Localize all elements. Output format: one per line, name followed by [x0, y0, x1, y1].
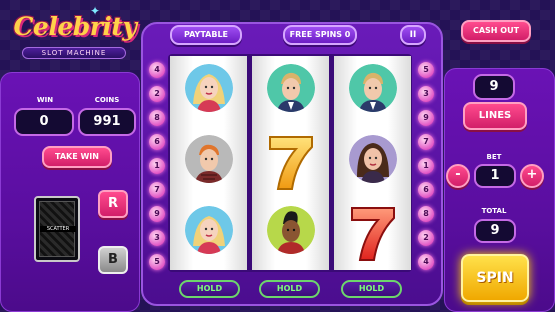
payline-number[interactable]: 9 [149, 206, 165, 222]
bet-label: BET [486, 153, 502, 161]
payline-number[interactable]: 2 [149, 86, 165, 102]
payline-number[interactable]: 7 [418, 134, 434, 150]
reel-symbol-dark-woman [252, 198, 329, 269]
payline-number[interactable]: 8 [149, 110, 165, 126]
cash-out-button[interactable]: CASH OUT [461, 20, 531, 42]
reel-symbol-redhead-man [170, 127, 247, 198]
payline-number[interactable]: 9 [418, 110, 434, 126]
win-label: WIN [36, 96, 54, 104]
payline-number[interactable]: 3 [149, 230, 165, 246]
reel-symbol-seven [252, 127, 329, 198]
reel-symbol-seven [334, 198, 411, 269]
payline-number[interactable]: 8 [418, 206, 434, 222]
payline-number[interactable]: 6 [418, 182, 434, 198]
free-spins-button[interactable]: FREE SPINS 0 [283, 25, 357, 45]
payline-number[interactable]: 7 [149, 182, 165, 198]
hold-button-reel-2[interactable]: HOLD [259, 280, 320, 298]
reel-1 [170, 56, 247, 270]
payline-number[interactable]: 5 [418, 62, 434, 78]
payline-number[interactable]: 2 [418, 230, 434, 246]
hold-button-reel-1[interactable]: HOLD [179, 280, 240, 298]
b-button[interactable]: B [98, 246, 128, 274]
reel-3 [334, 56, 411, 270]
take-win-button[interactable]: TAKE WIN [42, 146, 112, 168]
reel-symbol-blond-man [334, 56, 411, 127]
payline-number[interactable]: 4 [149, 62, 165, 78]
paytable-button[interactable]: PAYTABLE [170, 25, 242, 45]
win-value: 0 [14, 108, 74, 136]
bet-value: 1 [474, 164, 516, 188]
seven-icon [351, 207, 395, 261]
bet-decrease-button[interactable]: - [446, 164, 470, 188]
hold-button-reel-3[interactable]: HOLD [341, 280, 402, 298]
lines-value: 9 [473, 74, 515, 100]
reels-area [168, 54, 412, 272]
payline-number[interactable]: 1 [418, 158, 434, 174]
pause-button[interactable]: II [400, 25, 426, 45]
payline-number[interactable]: 6 [149, 134, 165, 150]
payline-number[interactable]: 1 [149, 158, 165, 174]
blond-man-portrait-icon [349, 64, 397, 112]
seven-icon [269, 136, 313, 190]
payline-number[interactable]: 3 [418, 86, 434, 102]
payline-number[interactable]: 4 [418, 254, 434, 270]
reel-symbol-blonde-woman [170, 198, 247, 269]
logo-title: Celebrity [13, 12, 137, 41]
lines-button[interactable]: LINES [463, 102, 527, 130]
coins-label: COINS [94, 96, 120, 104]
total-label: TOTAL [481, 207, 507, 215]
blond-man-portrait-icon [267, 64, 315, 112]
reel-symbol-blond-man [252, 56, 329, 127]
r-button[interactable]: R [98, 190, 128, 218]
spin-button[interactable]: SPIN [461, 254, 529, 302]
blonde-woman-portrait-icon [185, 206, 233, 254]
payline-number[interactable]: 5 [149, 254, 165, 270]
reel-2 [252, 56, 329, 270]
total-value: 9 [474, 219, 516, 243]
redhead-man-portrait-icon [185, 135, 233, 183]
pause-icon: II [409, 30, 417, 40]
game-logo: ✦ Celebrity SLOT MACHINE [8, 4, 142, 59]
coins-value: 991 [78, 108, 136, 136]
dark-woman-portrait-icon [267, 206, 315, 254]
logo-subtitle: SLOT MACHINE [22, 47, 126, 59]
scatter-label: SCATTER [40, 226, 76, 232]
reel-symbol-brunette-woman [334, 127, 411, 198]
reel-symbol-blonde-woman [170, 56, 247, 127]
scatter-card[interactable]: SCATTER [34, 196, 80, 262]
bet-increase-button[interactable]: + [520, 164, 544, 188]
brunette-woman-portrait-icon [349, 135, 397, 183]
blonde-woman-portrait-icon [185, 64, 233, 112]
